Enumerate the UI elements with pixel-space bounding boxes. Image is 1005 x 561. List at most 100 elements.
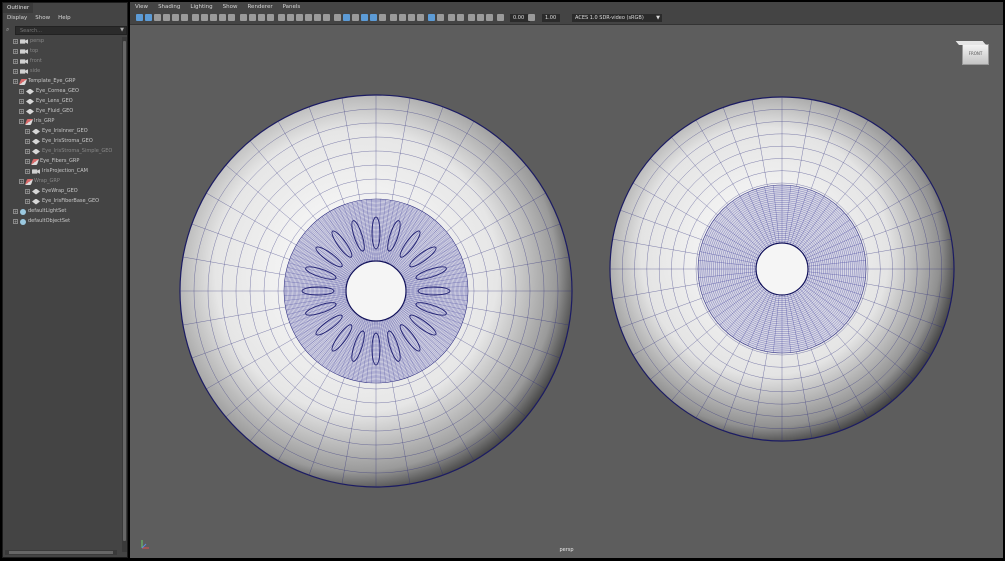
toolbar-tool-icon[interactable] [448,14,455,21]
expand-toggle-icon[interactable]: + [25,149,30,154]
toolbar-tool-icon[interactable] [477,14,484,21]
right-eyeball[interactable] [609,96,955,442]
toolbar-tool-icon[interactable] [192,14,199,21]
outliner-item[interactable]: + Eye_IrisFiberBase_GEO [25,197,99,206]
expand-toggle-icon[interactable]: + [19,99,24,104]
expand-toggle-icon[interactable]: + [13,49,18,54]
chevron-down-icon[interactable]: ▼ [656,14,660,22]
viewport-menu-panels[interactable]: Panels [278,2,306,12]
expand-toggle-icon[interactable]: + [13,59,18,64]
toolbar-tool-icon[interactable] [334,14,341,21]
toolbar-tool-icon[interactable] [486,14,493,21]
expand-toggle-icon[interactable]: + [13,79,18,84]
toolbar-tool-icon[interactable] [181,14,188,21]
outliner-item[interactable]: + Eye_IrisStroma_GEO [25,137,93,146]
expand-toggle-icon[interactable]: + [19,179,24,184]
toolbar-tool-icon[interactable] [154,14,161,21]
viewport-menu-renderer[interactable]: Renderer [242,2,277,12]
toolbar-tool-icon[interactable] [314,14,321,21]
scrollbar-thumb[interactable] [9,551,113,554]
toolbar-tool-icon[interactable] [278,14,285,21]
viewcube-top-face[interactable] [955,41,986,45]
toolbar-tool-icon[interactable] [390,14,397,21]
outliner-item[interactable]: + Template_Eye_GRP [13,77,75,86]
outliner-menu-help[interactable]: Help [54,13,75,23]
toolbar-tool-icon[interactable] [228,14,235,21]
outliner-item[interactable]: + Iris_GRP [19,117,54,126]
outliner-item[interactable]: + side [13,67,40,76]
color-space-select[interactable]: ACES 1.0 SDR-video (sRGB) ▼ [572,14,662,22]
toolbar-tool-icon[interactable] [296,14,303,21]
outliner-search-input[interactable]: Search... [15,26,127,35]
toolbar-tool-icon[interactable] [428,14,435,21]
toolbar-tool-icon[interactable] [417,14,424,21]
toolbar-tool-icon[interactable] [468,14,475,21]
toolbar-tool-icon[interactable] [399,14,406,21]
outliner-tab[interactable]: Outliner [3,3,33,13]
toolbar-tool-icon[interactable] [343,14,350,21]
eyes-render[interactable] [130,24,1003,544]
toolbar-tool-icon[interactable] [408,14,415,21]
outliner-menu-show[interactable]: Show [31,13,54,23]
outliner-horizontal-scrollbar[interactable] [5,550,117,555]
outliner-item[interactable]: + Eye_Lens_GEO [19,97,73,106]
toolbar-tool-icon[interactable] [528,14,535,21]
viewport-menu-lighting[interactable]: Lighting [185,2,217,12]
toolbar-tool-icon[interactable] [370,14,377,21]
expand-toggle-icon[interactable]: + [19,119,24,124]
outliner-item[interactable]: + Eye_Fibers_GRP [25,157,79,166]
toolbar-tool-icon[interactable] [437,14,444,21]
toolbar-tool-icon[interactable] [145,14,152,21]
viewcube[interactable]: FRONT [955,41,989,65]
toolbar-tool-icon[interactable] [457,14,464,21]
outliner-item[interactable]: + top [13,47,38,56]
outliner-item[interactable]: + front [13,57,42,66]
outliner-item[interactable]: + Wrap_GRP [19,177,60,186]
toolbar-tool-icon[interactable] [258,14,265,21]
outliner-item[interactable]: + defaultObjectSet [13,217,70,226]
expand-toggle-icon[interactable]: + [13,219,18,224]
expand-toggle-icon[interactable]: + [25,189,30,194]
toolbar-tool-icon[interactable] [163,14,170,21]
chevron-down-icon[interactable]: ▼ [120,26,124,35]
outliner-item[interactable]: + EyeWrap_GEO [25,187,78,196]
viewport-menu-shading[interactable]: Shading [153,2,185,12]
toolbar-tool-icon[interactable] [219,14,226,21]
toolbar-tool-icon[interactable] [379,14,386,21]
viewport-menu-show[interactable]: Show [218,2,243,12]
outliner-item[interactable]: + Eye_IrisInner_GEO [25,127,88,136]
outliner-menu-display[interactable]: Display [3,13,31,23]
viewport-menu-view[interactable]: View [130,2,153,12]
expand-toggle-icon[interactable]: + [19,89,24,94]
expand-toggle-icon[interactable]: + [13,209,18,214]
toolbar-tool-icon[interactable] [210,14,217,21]
outliner-item[interactable]: + defaultLightSet [13,207,66,216]
viewport-panel[interactable]: View Shading Lighting Show Renderer Pane… [130,2,1003,558]
expand-toggle-icon[interactable]: + [19,109,24,114]
expand-toggle-icon[interactable]: + [13,69,18,74]
expand-toggle-icon[interactable]: + [25,199,30,204]
outliner-item[interactable]: + Eye_Cornea_GEO [19,87,79,96]
outliner-item[interactable]: + Eye_Fluid_GEO [19,107,73,116]
expand-toggle-icon[interactable]: + [25,139,30,144]
toolbar-tool-icon[interactable] [352,14,359,21]
toolbar-tool-icon[interactable] [497,14,504,21]
toolbar-tool-icon[interactable] [240,14,247,21]
outliner-item[interactable]: + persp [13,37,44,46]
toolbar-tool-icon[interactable] [249,14,256,21]
toolbar-tool-icon[interactable] [172,14,179,21]
expand-toggle-icon[interactable]: + [25,129,30,134]
toolbar-tool-icon[interactable] [267,14,274,21]
gamma-field[interactable]: 1.00 [542,14,560,22]
search-icon[interactable]: ⌕ [6,26,13,34]
toolbar-tool-icon[interactable] [323,14,330,21]
expand-toggle-icon[interactable]: + [25,169,30,174]
outliner-vertical-scrollbar[interactable] [122,37,127,552]
left-eyeball[interactable] [179,94,573,488]
toolbar-tool-icon[interactable] [287,14,294,21]
toolbar-tool-icon[interactable] [305,14,312,21]
outliner-item[interactable]: + IrisProjection_CAM [25,167,88,176]
expand-toggle-icon[interactable]: + [13,39,18,44]
outliner-item[interactable]: + Eye_IrisStroma_Simple_GEO [25,147,112,156]
exposure-field[interactable]: 0.00 [510,14,530,22]
